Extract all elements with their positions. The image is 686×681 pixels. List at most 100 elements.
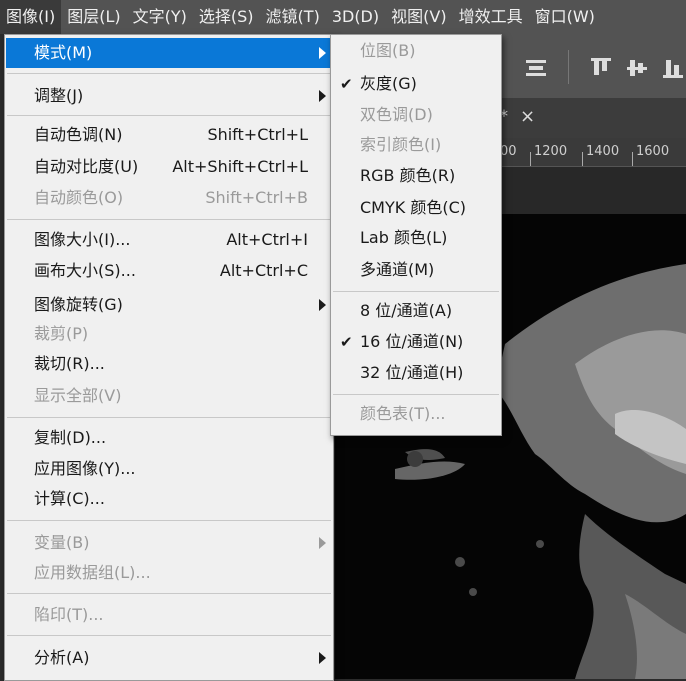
menu-item-label: 应用图像(Y)... bbox=[34, 459, 136, 478]
menu-window[interactable]: 窗口(W) bbox=[529, 0, 601, 34]
menu-item-image-rotation[interactable]: 图像旋转(G) bbox=[6, 290, 332, 320]
menu-item-color-table[interactable]: 颜色表(T)... bbox=[332, 399, 500, 429]
menu-item-label: 位图(B) bbox=[360, 41, 416, 60]
menu-item-trap[interactable]: 陷印(T)... bbox=[6, 600, 332, 630]
menu-item-label: 双色调(D) bbox=[360, 105, 433, 124]
menu-item-auto-tone[interactable]: 自动色调(N) Shift+Ctrl+L bbox=[6, 120, 332, 150]
menu-item-label: 多通道(M) bbox=[360, 260, 435, 279]
menu-filter[interactable]: 滤镜(T) bbox=[260, 0, 326, 34]
menu-item-8-bit[interactable]: 8 位/通道(A) bbox=[332, 296, 500, 326]
menu-item-label: 应用数据组(L)... bbox=[34, 563, 151, 582]
menu-separator bbox=[7, 635, 331, 636]
menu-item-multichannel[interactable]: 多通道(M) bbox=[332, 255, 500, 285]
menu-bar: 图像(I) 图层(L) 文字(Y) 选择(S) 滤镜(T) 3D(D) 视图(V… bbox=[0, 0, 686, 34]
menu-separator bbox=[7, 73, 331, 74]
menu-item-rgb-color[interactable]: RGB 颜色(R) bbox=[332, 161, 500, 191]
menu-item-auto-color[interactable]: 自动颜色(O) Shift+Ctrl+B bbox=[6, 183, 332, 213]
align-horizontal-center-icon[interactable] bbox=[524, 56, 548, 85]
menu-image[interactable]: 图像(I) bbox=[0, 0, 62, 34]
submenu-arrow-icon bbox=[319, 537, 326, 549]
menu-item-label: 自动颜色(O) bbox=[34, 188, 124, 207]
menu-3d[interactable]: 3D(D) bbox=[326, 0, 385, 34]
menu-item-shortcut: Alt+Shift+Ctrl+L bbox=[172, 157, 308, 176]
ruler-tick bbox=[632, 152, 633, 166]
menu-item-label: 图像大小(I)... bbox=[34, 230, 131, 249]
menu-item-label: 灰度(G) bbox=[360, 74, 417, 93]
menu-separator bbox=[333, 394, 499, 395]
ruler-label: 1600 bbox=[636, 144, 670, 159]
menu-item-shortcut: Alt+Ctrl+I bbox=[226, 230, 308, 249]
menu-separator bbox=[333, 291, 499, 292]
menu-item-trim[interactable]: 裁切(R)... bbox=[6, 349, 332, 379]
menu-item-auto-contrast[interactable]: 自动对比度(U) Alt+Shift+Ctrl+L bbox=[6, 152, 332, 182]
menu-item-label: 调整(J) bbox=[34, 86, 84, 105]
menu-item-label: 图像旋转(G) bbox=[34, 295, 123, 314]
menu-item-shortcut: Shift+Ctrl+L bbox=[207, 125, 308, 144]
menu-item-duplicate[interactable]: 复制(D)... bbox=[6, 423, 332, 453]
menu-item-label: 陷印(T)... bbox=[34, 605, 104, 624]
menu-separator bbox=[7, 219, 331, 220]
menu-item-lab-color[interactable]: Lab 颜色(L) bbox=[332, 223, 500, 253]
submenu-arrow-icon bbox=[319, 299, 326, 311]
menu-item-variables[interactable]: 变量(B) bbox=[6, 528, 332, 558]
image-menu: 模式(M) 调整(J) 自动色调(N) Shift+Ctrl+L 自动对比度(U… bbox=[4, 34, 334, 681]
menu-item-grayscale[interactable]: ✔ 灰度(G) bbox=[332, 69, 500, 99]
menu-plugins[interactable]: 增效工具 bbox=[453, 0, 529, 34]
submenu-arrow-icon bbox=[319, 652, 326, 664]
toolbar-divider bbox=[568, 50, 569, 84]
checkmark-icon: ✔ bbox=[340, 333, 353, 351]
menu-item-label: 8 位/通道(A) bbox=[360, 301, 453, 320]
menu-item-label: 变量(B) bbox=[34, 533, 90, 552]
menu-item-cmyk-color[interactable]: CMYK 颜色(C) bbox=[332, 193, 500, 223]
menu-item-apply-data-set[interactable]: 应用数据组(L)... bbox=[6, 558, 332, 588]
ruler-tick bbox=[530, 152, 531, 166]
menu-separator bbox=[7, 593, 331, 594]
menu-item-image-size[interactable]: 图像大小(I)... Alt+Ctrl+I bbox=[6, 225, 332, 255]
menu-item-label: 颜色表(T)... bbox=[360, 404, 446, 423]
menu-item-label: 显示全部(V) bbox=[34, 386, 122, 405]
mode-submenu: 位图(B) ✔ 灰度(G) 双色调(D) 索引颜色(I) RGB 颜色(R) C… bbox=[330, 34, 502, 436]
menu-item-indexed-color[interactable]: 索引颜色(I) bbox=[332, 130, 500, 160]
menu-item-16-bit[interactable]: ✔ 16 位/通道(N) bbox=[332, 327, 500, 357]
menu-item-reveal-all[interactable]: 显示全部(V) bbox=[6, 381, 332, 411]
menu-item-label: 复制(D)... bbox=[34, 428, 107, 447]
menu-item-bitmap[interactable]: 位图(B) bbox=[332, 36, 500, 66]
align-top-icon[interactable] bbox=[590, 56, 612, 85]
menu-item-label: 裁剪(P) bbox=[34, 324, 89, 343]
menu-item-adjustments[interactable]: 调整(J) bbox=[6, 81, 332, 111]
menu-select[interactable]: 选择(S) bbox=[193, 0, 260, 34]
menu-item-label: 裁切(R)... bbox=[34, 354, 105, 373]
close-tab-icon[interactable]: × bbox=[520, 106, 535, 127]
menu-separator bbox=[7, 115, 331, 116]
menu-item-calculations[interactable]: 计算(C)... bbox=[6, 484, 332, 514]
ruler-label: 1400 bbox=[586, 144, 620, 159]
menu-item-label: 索引颜色(I) bbox=[360, 135, 442, 154]
menu-item-duotone[interactable]: 双色调(D) bbox=[332, 100, 500, 130]
menu-item-shortcut: Alt+Ctrl+C bbox=[219, 261, 308, 280]
checkmark-icon: ✔ bbox=[340, 75, 353, 93]
menu-item-mode[interactable]: 模式(M) bbox=[6, 38, 332, 68]
menu-item-label: 自动色调(N) bbox=[34, 125, 123, 144]
align-bottom-icon[interactable] bbox=[662, 56, 684, 85]
menu-item-label: 画布大小(S)... bbox=[34, 261, 136, 280]
menu-item-crop[interactable]: 裁剪(P) bbox=[6, 319, 332, 349]
ruler-label: 00 bbox=[500, 144, 517, 159]
menu-item-apply-image[interactable]: 应用图像(Y)... bbox=[6, 454, 332, 484]
align-vertical-center-icon[interactable] bbox=[626, 56, 648, 85]
menu-item-analysis[interactable]: 分析(A) bbox=[6, 643, 332, 673]
menu-item-label: RGB 颜色(R) bbox=[360, 166, 456, 185]
menu-item-label: 自动对比度(U) bbox=[34, 157, 139, 176]
menu-item-label: 分析(A) bbox=[34, 648, 90, 667]
menu-layer[interactable]: 图层(L) bbox=[61, 0, 126, 34]
menu-item-label: Lab 颜色(L) bbox=[360, 228, 448, 247]
menu-separator bbox=[7, 417, 331, 418]
menu-item-canvas-size[interactable]: 画布大小(S)... Alt+Ctrl+C bbox=[6, 256, 332, 286]
menu-type[interactable]: 文字(Y) bbox=[127, 0, 193, 34]
menu-item-shortcut: Shift+Ctrl+B bbox=[205, 188, 308, 207]
menu-view[interactable]: 视图(V) bbox=[385, 0, 452, 34]
menu-item-label: 32 位/通道(H) bbox=[360, 363, 464, 382]
menu-item-label: CMYK 颜色(C) bbox=[360, 198, 466, 217]
menu-item-32-bit[interactable]: 32 位/通道(H) bbox=[332, 358, 500, 388]
menu-item-label: 计算(C)... bbox=[34, 489, 105, 508]
submenu-arrow-icon bbox=[319, 47, 326, 59]
